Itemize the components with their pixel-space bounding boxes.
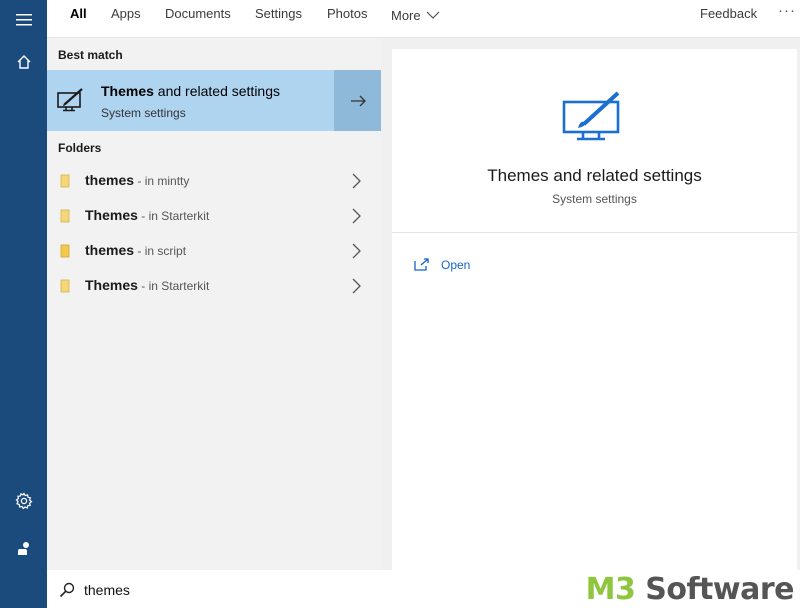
hamburger-icon: [15, 14, 32, 26]
best-match-title-rest: and related settings: [153, 83, 281, 99]
arrow-right-icon: [350, 95, 366, 106]
folder-location: - in script: [134, 244, 187, 258]
results-panel: Best match Themes and related settings S…: [47, 38, 381, 570]
tab-documents[interactable]: Documents: [165, 0, 231, 30]
tab-apps[interactable]: Apps: [111, 0, 141, 30]
gear-icon: [15, 492, 32, 510]
themes-large-icon: [562, 90, 624, 149]
folder-item[interactable]: themes - in script: [47, 234, 381, 269]
folder-item[interactable]: themes - in mintty: [47, 164, 381, 199]
chevron-down-icon: [426, 11, 440, 19]
folder-item[interactable]: Themes - in Starterkit: [47, 199, 381, 234]
chevron-right-icon: [352, 208, 361, 224]
preview-title: Themes and related settings: [487, 166, 702, 185]
tab-more[interactable]: More: [391, 0, 440, 30]
best-match-heading: Best match: [58, 48, 123, 62]
folder-location: - in Starterkit: [137, 279, 210, 293]
preview-panel: Themes and related settings System setti…: [392, 49, 797, 570]
folders-heading: Folders: [58, 141, 102, 155]
folder-location: - in mintty: [134, 174, 190, 188]
tab-photos[interactable]: Photos: [327, 0, 367, 30]
folder-item[interactable]: Themes - in Starterkit: [47, 269, 381, 304]
scope-tabs: All Apps Documents Settings Photos More …: [47, 0, 800, 38]
best-match-title-bold: Themes: [101, 83, 154, 99]
best-match-title: Themes and related settings: [101, 83, 280, 99]
tab-settings[interactable]: Settings: [255, 0, 302, 30]
chevron-right-icon: [352, 173, 361, 189]
open-external-icon: [414, 258, 429, 271]
open-action[interactable]: Open: [414, 255, 470, 275]
folder-name: themes - in script: [85, 242, 186, 258]
home-icon: [17, 55, 30, 69]
themes-icon: [57, 87, 87, 118]
preview-subtitle: System settings: [552, 192, 637, 206]
feedback-link[interactable]: Feedback: [700, 0, 757, 30]
folder-name: Themes - in Starterkit: [85, 277, 209, 293]
preview-header: Themes and related settings System setti…: [392, 49, 797, 233]
search-bar: M3 Software: [47, 570, 800, 608]
open-label: Open: [441, 258, 471, 272]
search-input[interactable]: [84, 579, 484, 601]
chevron-right-icon: [352, 278, 361, 294]
folder-location: - in Starterkit: [137, 209, 210, 223]
best-match-subtitle: System settings: [101, 106, 186, 120]
folder-name: Themes - in Starterkit: [85, 207, 209, 223]
folder-icon: [60, 244, 70, 263]
best-match-item[interactable]: Themes and related settings System setti…: [47, 70, 381, 131]
folder-name-text: Themes: [85, 277, 138, 293]
folder-icon: [60, 209, 70, 228]
tab-more-label: More: [391, 7, 421, 23]
chevron-right-icon: [352, 243, 361, 259]
watermark-logo: M3 Software: [585, 572, 795, 607]
settings-button[interactable]: [0, 481, 47, 521]
search-icon: [59, 582, 75, 598]
menu-button[interactable]: [0, 0, 47, 40]
folder-name-text: themes: [85, 242, 135, 258]
folder-name: themes - in mintty: [85, 172, 189, 188]
folder-icon: [60, 174, 70, 193]
folder-icon: [60, 279, 70, 298]
folder-name-text: Themes: [85, 207, 138, 223]
user-icon: [17, 542, 29, 555]
open-preview-button[interactable]: [334, 70, 381, 131]
left-rail: [0, 0, 47, 608]
tab-all[interactable]: All: [70, 0, 87, 30]
more-options-button[interactable]: ···: [778, 0, 796, 30]
home-button[interactable]: [0, 42, 47, 82]
watermark-software: Software: [635, 572, 794, 607]
folder-name-text: themes: [85, 172, 135, 188]
watermark-m3: M3: [585, 572, 636, 607]
account-button[interactable]: [0, 528, 47, 568]
